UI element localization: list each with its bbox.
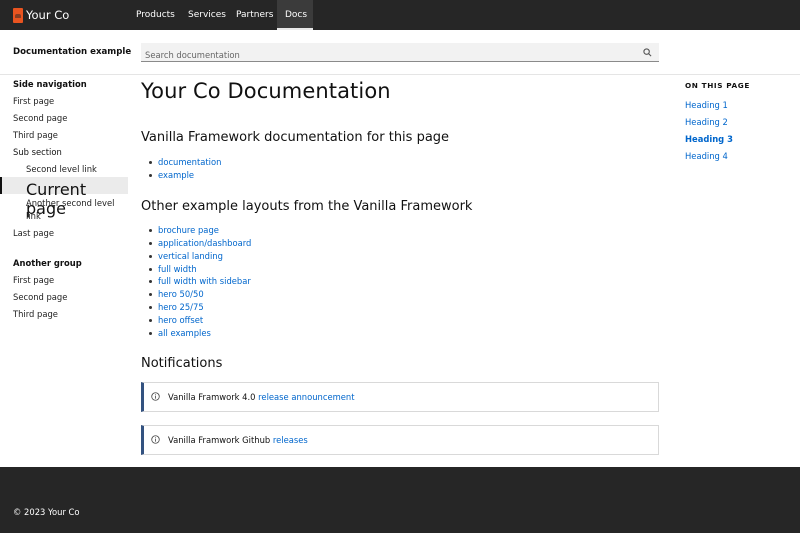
page-title: Your Co Documentation <box>141 79 391 103</box>
sidenav-item-last-page[interactable]: Last page <box>13 228 54 238</box>
list-item: vertical landing <box>149 250 251 263</box>
link-application-dashboard[interactable]: application/dashboard <box>158 238 251 248</box>
brand-link[interactable]: Your Co <box>13 6 69 24</box>
brand-name: Your Co <box>26 8 70 22</box>
section-heading-layouts: Other example layouts from the Vanilla F… <box>141 199 473 214</box>
section-heading-docs: Vanilla Framework documentation for this… <box>141 130 450 145</box>
layouts-link-list: brochure page application/dashboard vert… <box>149 224 251 340</box>
copyright-text: © 2023 Your Co <box>13 507 80 517</box>
sidenav-item-third-page-2[interactable]: Third page <box>13 309 58 319</box>
link-full-width-sidebar[interactable]: full width with sidebar <box>158 276 251 286</box>
notification: Vanilla Framwork Github releases <box>141 425 659 455</box>
nav-item-docs[interactable]: Docs <box>277 0 313 30</box>
nav-item-partners[interactable]: Partners <box>228 0 281 30</box>
list-item: example <box>149 169 221 182</box>
search-icon <box>643 48 652 57</box>
notification-text: Vanilla Framwork 4.0 <box>168 392 259 402</box>
top-navigation: Your Co Products Services Partners Docs <box>0 0 800 30</box>
search-input[interactable] <box>141 46 621 64</box>
sidenav-group-heading: Another group <box>13 258 82 268</box>
link-releases[interactable]: releases <box>273 435 308 445</box>
toc-link-heading-4[interactable]: Heading 4 <box>685 151 728 161</box>
sidenav-item-current-page[interactable]: Current page <box>0 177 128 218</box>
sidenav-item-another-second-level-link[interactable]: Another second level <box>26 198 114 208</box>
sidenav-subsection-heading[interactable]: Sub section <box>13 147 62 157</box>
list-item: full width with sidebar <box>149 275 251 288</box>
sidenav-item-second-level-link[interactable]: Second level link <box>26 164 97 174</box>
notification-message: Vanilla Framwork 4.0 release announcemen… <box>168 392 355 402</box>
list-item: all examples <box>149 327 251 340</box>
search-box <box>141 43 659 64</box>
toc-link-heading-1[interactable]: Heading 1 <box>685 100 728 110</box>
sidenav-item-first-page[interactable]: First page <box>13 96 54 106</box>
list-item: brochure page <box>149 224 251 237</box>
link-all-examples[interactable]: all examples <box>158 328 211 338</box>
search-button[interactable] <box>640 45 655 60</box>
link-example[interactable]: example <box>158 170 194 180</box>
link-full-width[interactable]: full width <box>158 264 197 274</box>
list-item: hero 25/75 <box>149 301 251 314</box>
sidenav-item-second-page[interactable]: Second page <box>13 113 67 123</box>
sidenav-item-second-page-2[interactable]: Second page <box>13 292 67 302</box>
sidenav-item-third-page[interactable]: Third page <box>13 130 58 140</box>
link-hero-offset[interactable]: hero offset <box>158 315 203 325</box>
list-item: documentation <box>149 156 221 169</box>
list-item: hero 50/50 <box>149 288 251 301</box>
link-brochure-page[interactable]: brochure page <box>158 225 219 235</box>
section-heading-notifications: Notifications <box>141 356 223 371</box>
sidenav-item-another-second-level-link-cont[interactable]: link <box>26 211 41 221</box>
link-hero-25-75[interactable]: hero 25/75 <box>158 302 204 312</box>
docs-link-list: documentation example <box>149 156 221 182</box>
link-release-announcement[interactable]: release announcement <box>258 392 354 402</box>
logo-icon <box>13 7 23 23</box>
info-icon <box>151 435 160 444</box>
notification-text: Vanilla Framwork Github <box>168 435 273 445</box>
list-item: hero offset <box>149 314 251 327</box>
notification: Vanilla Framwork 4.0 release announcemen… <box>141 382 659 412</box>
list-item: full width <box>149 263 251 276</box>
docs-title: Documentation example <box>13 47 132 57</box>
nav-item-services[interactable]: Services <box>180 0 234 30</box>
link-vertical-landing[interactable]: vertical landing <box>158 251 223 261</box>
link-documentation[interactable]: documentation <box>158 157 221 167</box>
sidenav-item-first-page-2[interactable]: First page <box>13 275 54 285</box>
link-hero-50-50[interactable]: hero 50/50 <box>158 289 204 299</box>
footer: © 2023 Your Co <box>0 467 800 533</box>
list-item: application/dashboard <box>149 237 251 250</box>
nav-item-products[interactable]: Products <box>128 0 183 30</box>
toc-link-heading-3[interactable]: Heading 3 <box>685 134 733 144</box>
toc-title: ON THIS PAGE <box>685 81 750 90</box>
toc-link-heading-2[interactable]: Heading 2 <box>685 117 728 127</box>
notification-message: Vanilla Framwork Github releases <box>168 435 308 445</box>
info-icon <box>151 392 160 401</box>
docs-header: Documentation example <box>0 30 800 75</box>
sidenav-heading: Side navigation <box>13 79 87 89</box>
